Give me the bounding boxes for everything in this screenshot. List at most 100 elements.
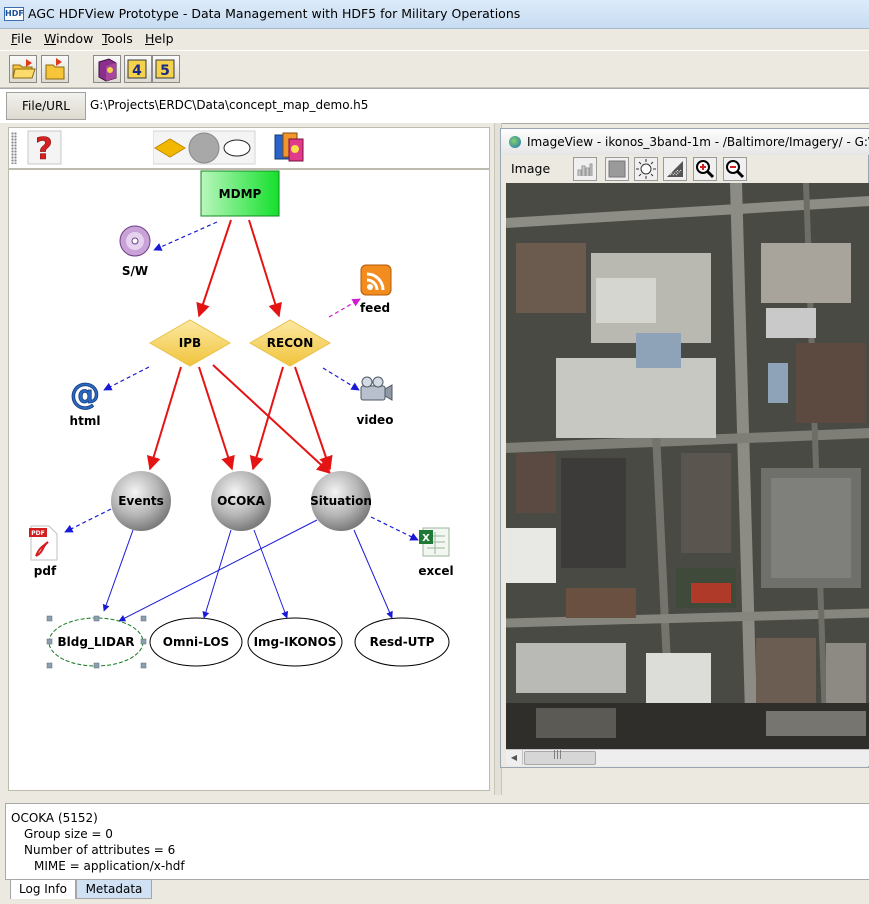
scroll-thumb-grip: ||| [553,750,563,760]
contour-button[interactable] [663,157,687,181]
circle-shape-icon[interactable] [188,132,220,164]
tab-log-info[interactable]: Log Info [10,879,76,899]
open-folder-icon [12,59,36,79]
image-menu[interactable]: Image [511,161,550,176]
book-icon [98,58,117,82]
histogram-button[interactable] [573,157,597,181]
zoom-out-icon [726,160,745,179]
hdf5-icon: 5 [155,59,175,79]
file-url-button[interactable]: File/URL [6,92,86,120]
hdf4-label: 4 [132,63,142,79]
node-recon-label: RECON [267,336,314,350]
node-situation[interactable]: Situation [310,471,372,531]
node-img-ikonos-label: Img-IKONOS [254,635,337,649]
satellite-image[interactable] [506,183,869,749]
imageview-title-bar[interactable]: ImageView - ikonos_3band-1m - /Baltimore… [501,129,869,155]
palette-button[interactable] [605,157,629,181]
resource-feed[interactable]: feed [360,264,392,315]
scroll-thumb[interactable]: ||| [524,750,596,765]
node-bldg-lidar[interactable]: Bldg_LIDAR [46,615,147,669]
menu-file-label: ile [17,31,32,46]
node-omni-los[interactable]: Omni-LOS [149,617,243,667]
menu-window-mnemonic: W [44,31,57,46]
palette-grey-icon [608,160,626,178]
help-icon[interactable]: ? [27,130,63,166]
window-title: AGC HDFView Prototype - Data Management … [28,6,521,21]
pdf-icon: PDF [29,525,58,561]
svg-text:PDF: PDF [31,530,44,537]
node-ipb[interactable]: IPB [148,319,232,367]
brightness-icon [636,159,656,179]
node-events-label: Events [118,494,164,508]
close-folder-icon [45,58,65,80]
zoom-in-button[interactable] [693,157,717,181]
resource-feed-label: feed [360,301,390,315]
menu-file[interactable]: File [11,31,32,46]
resource-video[interactable]: video [357,376,394,427]
menu-help[interactable]: Help [145,31,174,46]
resource-pdf-label: pdf [34,564,57,578]
svg-text:X: X [422,533,430,544]
globe-icon [509,136,521,148]
resource-excel-label: excel [418,564,453,578]
info-object-name: OCOKA (5152) [11,811,98,825]
menu-window-label: indow [56,31,94,46]
node-omni-los-label: Omni-LOS [163,635,229,649]
imageview-toolbar: Image [501,155,869,183]
node-resd-utp-label: Resd-UTP [370,635,435,649]
node-img-ikonos[interactable]: Img-IKONOS [247,617,343,667]
node-ocoka-label: OCOKA [217,494,266,508]
info-mime: MIME = application/x-hdf [34,859,185,873]
resource-pdf[interactable]: PDF pdf [29,525,58,578]
resource-html[interactable]: @ html [70,377,101,428]
node-bldg-lidar-label: Bldg_LIDAR [57,635,134,650]
resource-excel[interactable]: X excel [418,527,454,578]
open-file-button[interactable] [9,55,37,83]
hdf5-library-button[interactable]: 5 [152,55,180,83]
hdf4-library-button[interactable]: 4 [124,55,152,83]
resource-html-label: html [70,414,101,428]
tab-metadata[interactable]: Metadata [76,879,152,899]
node-mdmp[interactable]: MDMP [200,170,280,217]
info-attribute-count: Number of attributes = 6 [24,843,176,857]
users-guide-button[interactable] [93,55,121,83]
imageview-title: ImageView - ikonos_3band-1m - /Baltimore… [527,135,869,149]
histogram-icon [577,163,593,176]
video-camera-icon [360,376,393,401]
node-ocoka[interactable]: OCOKA [211,471,271,531]
node-events[interactable]: Events [111,471,171,531]
concept-map-diagram: MDMP IPB RECON Events OCOKA Situation Bl… [29,170,454,669]
horizontal-scrollbar[interactable]: ◀ ||| [506,749,869,766]
imageview-window: ImageView - ikonos_3band-1m - /Baltimore… [500,128,869,768]
menu-tools[interactable]: Tools [102,31,133,46]
file-path-field[interactable]: G:\Projects\ERDC\Data\concept_map_demo.h… [90,98,368,112]
brightness-button[interactable] [634,157,658,181]
menu-bar: File Window Tools Help [0,29,869,49]
concept-map-pane: ? MDMP IPB RECON Events OCOKA Situation … [0,123,494,795]
scroll-left-arrow[interactable]: ◀ [506,750,523,765]
app-icon: HDF [4,7,24,21]
concept-map-canvas[interactable]: MDMP IPB RECON Events OCOKA Situation Bl… [8,169,490,791]
excel-icon: X [419,527,450,557]
rss-icon [360,264,392,296]
node-resd-utp[interactable]: Resd-UTP [354,617,450,667]
window-title-bar: HDF AGC HDFView Prototype - Data Managem… [0,0,869,29]
zoom-out-button[interactable] [723,157,747,181]
menu-tools-label: ools [107,31,133,46]
toolbar-grip[interactable] [11,132,17,164]
menu-help-label: elp [154,31,174,46]
blue-links [102,519,393,622]
resource-sw-label: S/W [122,264,148,278]
resource-video-label: video [357,413,394,427]
info-panel: OCOKA (5152) Group size = 0 Number of at… [5,803,869,880]
concept-toolbar: ? [8,127,490,169]
ellipse-shape-icon[interactable] [223,139,251,157]
svg-text:@: @ [70,377,100,412]
close-file-button[interactable] [41,55,69,83]
menu-window[interactable]: Window [44,31,93,46]
resource-sw[interactable]: S/W [119,225,151,278]
hdf4-icon: 4 [127,59,147,79]
node-recon[interactable]: RECON [248,319,332,367]
url-bar: File/URL G:\Projects\ERDC\Data\concept_m… [0,88,869,124]
palette-icon[interactable] [273,131,309,165]
